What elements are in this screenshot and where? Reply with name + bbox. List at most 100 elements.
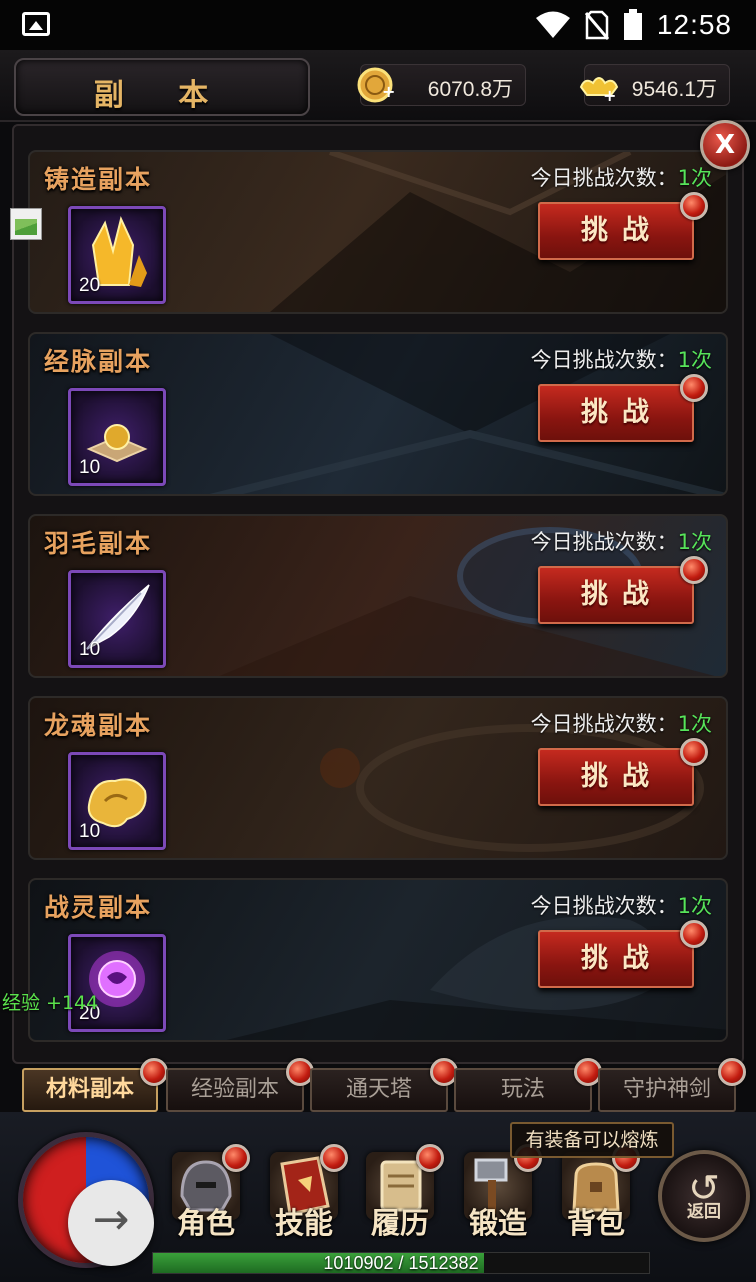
count-label: 今日挑战次数：: [530, 166, 678, 190]
nav-label: 履历: [370, 1206, 429, 1240]
exp-progress-text: 1010902 / 1512382: [323, 1253, 479, 1273]
count-label: 今日挑战次数：: [530, 530, 678, 554]
tab-label: 材料副本: [45, 1077, 134, 1102]
title-plate: 副 本: [14, 58, 310, 116]
reward-item-slot[interactable]: 10: [68, 388, 166, 486]
challenge-count: 今日挑战次数：1次: [531, 344, 712, 374]
no-sim-icon: [584, 10, 609, 40]
challenge-label: 挑战: [581, 943, 663, 974]
tab-label: 经验副本: [190, 1077, 279, 1102]
top-bar: 副 本 + 6070.8万 + 9546.1万: [0, 50, 756, 122]
back-label: 返回: [687, 1202, 721, 1222]
dungeon-card-war-spirit: 战灵副本 今日挑战次数：1次 20 挑战: [28, 878, 728, 1042]
count-value: 1次: [677, 530, 712, 554]
challenge-count: 今日挑战次数：1次: [531, 890, 712, 920]
arrow-right-icon: →: [92, 1194, 130, 1245]
challenge-label: 挑战: [581, 579, 663, 610]
nav-skills[interactable]: 技能: [262, 1144, 348, 1250]
challenge-button[interactable]: 挑战: [538, 374, 708, 442]
challenge-button[interactable]: 挑战: [538, 738, 708, 806]
notification-dot: [718, 1058, 746, 1086]
dungeon-name: 战灵副本: [44, 893, 153, 922]
exp-progress-bar: 1010902 / 1512382: [152, 1252, 650, 1274]
tab-label: 通天塔: [345, 1077, 412, 1102]
reward-item-slot[interactable]: 10: [68, 752, 166, 850]
nav-label: 角色: [176, 1206, 235, 1240]
challenge-count: 今日挑战次数：1次: [531, 162, 712, 192]
tab-label: 玩法: [500, 1077, 545, 1102]
gold-coin-icon: +: [357, 67, 395, 103]
dungeon-card-meridian: 经脉副本 今日挑战次数：1次 10 挑战: [28, 332, 728, 496]
nav-label: 技能: [274, 1206, 333, 1240]
tab-gameplay[interactable]: 玩法: [454, 1058, 602, 1112]
item-quantity: 10: [79, 821, 101, 842]
svg-text:+: +: [382, 82, 395, 101]
category-tabs: 材料副本 经验副本 通天塔 玩法 守护神剑: [22, 1058, 746, 1114]
smelt-hint-tooltip: 有装备可以熔炼: [510, 1122, 674, 1158]
reward-item-slot[interactable]: 20: [68, 934, 166, 1032]
challenge-button[interactable]: 挑战: [538, 556, 708, 624]
back-button[interactable]: ↺ 返回: [658, 1150, 750, 1242]
close-button[interactable]: X: [700, 120, 750, 170]
item-quantity: 20: [79, 275, 101, 296]
wifi-icon: [535, 11, 570, 38]
count-value: 1次: [677, 712, 712, 736]
ingot-amount: 9546.1万: [631, 78, 717, 101]
challenge-label: 挑战: [581, 761, 663, 792]
dungeon-card-forge: 铸造副本 今日挑战次数：1次 20 挑战: [28, 150, 728, 314]
nav-character[interactable]: 角色: [164, 1144, 250, 1250]
nav-label: 锻造: [468, 1206, 527, 1240]
status-icons: 12:58: [535, 8, 732, 42]
notification-dot: [320, 1144, 348, 1172]
reward-item-slot[interactable]: 10: [68, 570, 166, 668]
challenge-count: 今日挑战次数：1次: [531, 708, 712, 738]
challenge-button[interactable]: 挑战: [538, 192, 708, 260]
ingot-counter[interactable]: + 9546.1万: [579, 64, 730, 106]
notification-dot: [140, 1058, 168, 1086]
nav-label: 背包: [566, 1206, 625, 1240]
gold-amount: 6070.8万: [427, 78, 513, 101]
image-icon: [22, 12, 50, 36]
challenge-count: 今日挑战次数：1次: [531, 526, 712, 556]
dungeon-name: 铸造副本: [44, 165, 153, 194]
count-label: 今日挑战次数：: [530, 894, 678, 918]
battery-icon: [623, 9, 642, 40]
tab-exp-dungeon[interactable]: 经验副本: [166, 1058, 314, 1112]
notification-dot: [680, 192, 708, 220]
challenge-button[interactable]: 挑战: [538, 920, 708, 988]
count-label: 今日挑战次数：: [530, 348, 678, 372]
challenge-label: 挑战: [581, 397, 663, 428]
challenge-label: 挑战: [581, 215, 663, 246]
nav-forge[interactable]: 锻造: [456, 1144, 542, 1250]
clock: 12:58: [656, 9, 732, 40]
gold-ingot-icon: +: [579, 77, 619, 105]
reward-item-slot[interactable]: 20: [68, 206, 166, 304]
dungeon-name: 龙魂副本: [44, 711, 153, 740]
item-quantity: 10: [79, 639, 101, 660]
dungeon-name: 羽毛副本: [44, 529, 153, 558]
gold-counter[interactable]: + 6070.8万: [357, 64, 526, 106]
notification-dot: [416, 1144, 444, 1172]
item-quantity: 10: [79, 457, 101, 478]
tab-guardian-sword[interactable]: 守护神剑: [598, 1058, 746, 1112]
count-value: 1次: [677, 166, 712, 190]
tab-label: 守护神剑: [622, 1077, 711, 1102]
floating-arrow-button[interactable]: →: [68, 1180, 154, 1266]
page-title: 副 本: [93, 78, 231, 113]
count-value: 1次: [677, 348, 712, 372]
notification-dot: [222, 1144, 250, 1172]
count-value: 1次: [677, 894, 712, 918]
exp-gain-popup: 经验 +144: [2, 992, 99, 1014]
dungeon-name: 经脉副本: [44, 347, 153, 376]
count-label: 今日挑战次数：: [530, 712, 678, 736]
notification-dot: [680, 374, 708, 402]
notification-dot: [680, 738, 708, 766]
nav-history[interactable]: 履历: [358, 1144, 444, 1250]
broken-image-icon: [10, 208, 42, 240]
tab-sky-tower[interactable]: 通天塔: [310, 1058, 458, 1112]
nav-bag[interactable]: 背包: [554, 1144, 640, 1250]
svg-text:+: +: [603, 86, 616, 105]
notification-dot: [680, 556, 708, 584]
dungeon-card-feather: 羽毛副本 今日挑战次数：1次 10 挑战: [28, 514, 728, 678]
tab-material-dungeon[interactable]: 材料副本: [22, 1058, 168, 1112]
